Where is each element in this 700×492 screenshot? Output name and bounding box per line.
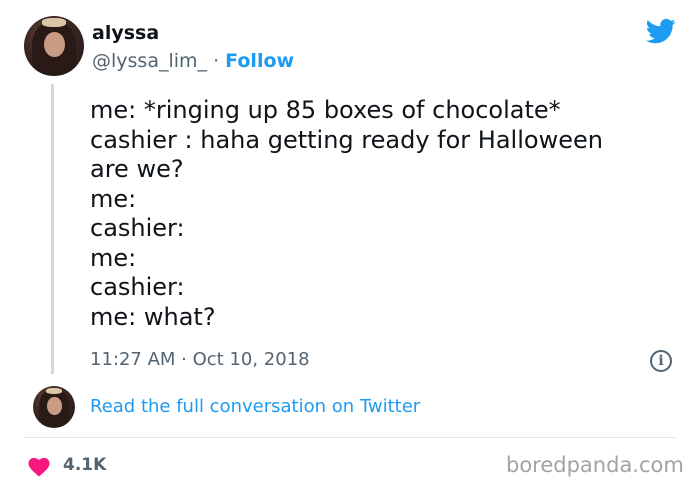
likes-count[interactable]: 4.1K xyxy=(63,455,106,475)
author-handle-row: @lyssa_lim_ · Follow xyxy=(92,50,294,72)
follow-button[interactable]: Follow xyxy=(225,50,294,72)
tweet-line: cashier: xyxy=(90,214,185,242)
tweet-line: me: *ringing up 85 boxes of chocolate* xyxy=(90,96,561,124)
author-avatar[interactable] xyxy=(24,16,84,76)
twitter-bird-icon[interactable] xyxy=(644,16,678,46)
read-full-conversation-link[interactable]: Read the full conversation on Twitter xyxy=(90,396,420,417)
tweet-line: cashier : haha getting ready for Hallowe… xyxy=(90,125,603,154)
heart-icon[interactable] xyxy=(27,455,51,477)
tweet-text: me: *ringing up 85 boxes of chocolate* c… xyxy=(90,96,603,332)
watermark: boredpanda.com xyxy=(506,453,684,477)
divider xyxy=(24,437,676,438)
tweet-line: are we? xyxy=(90,155,184,183)
tweet-line: me: xyxy=(90,243,137,272)
author-display-name[interactable]: alyssa xyxy=(92,22,159,44)
tweet-timestamp[interactable]: 11:27 AM · Oct 10, 2018 xyxy=(90,349,310,370)
thread-connector-line xyxy=(51,84,54,374)
info-icon[interactable]: i xyxy=(650,350,672,372)
tweet-line: cashier: xyxy=(90,273,185,301)
handle-separator: · xyxy=(213,50,220,72)
tweet-line: me: xyxy=(90,184,137,213)
author-handle[interactable]: @lyssa_lim_ xyxy=(92,50,207,72)
tweet-line: me: what? xyxy=(90,302,216,331)
author-avatar-small[interactable] xyxy=(33,386,75,428)
